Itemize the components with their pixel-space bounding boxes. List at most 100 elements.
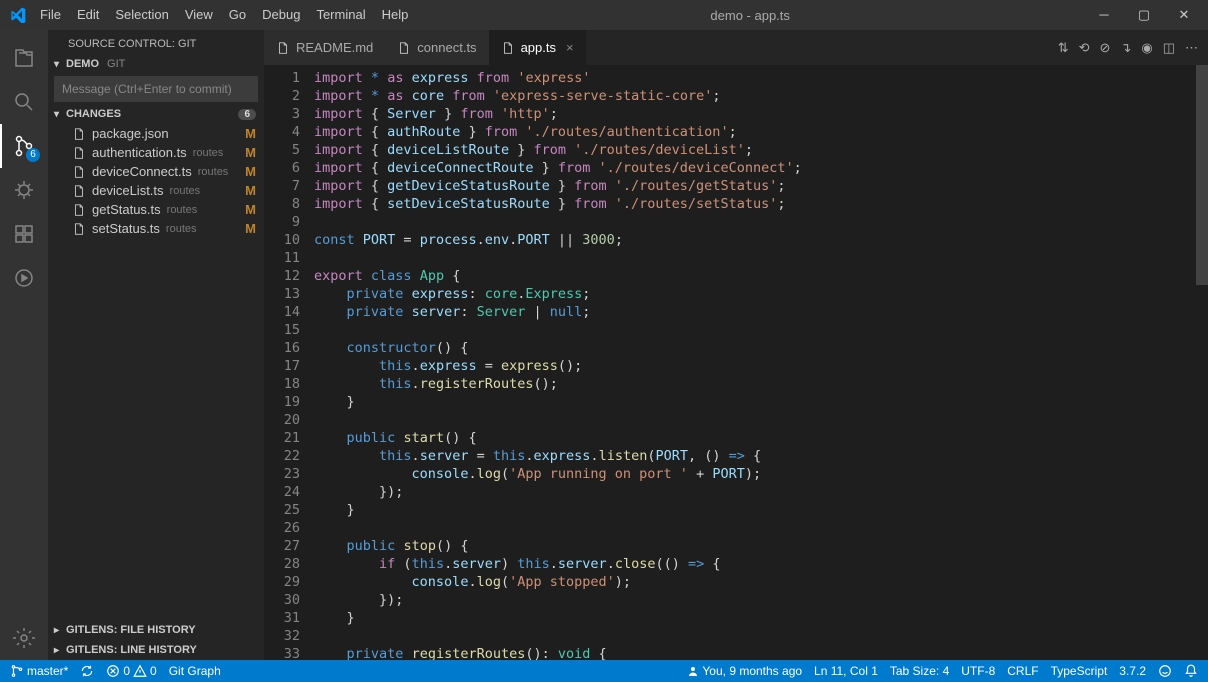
file-dir: routes: [170, 185, 201, 197]
window-controls: ─ ▢ ✕: [1084, 0, 1204, 30]
file-icon: [72, 165, 86, 179]
changes-counter: 6: [238, 109, 256, 120]
cursor-position-item[interactable]: Ln 11, Col 1: [808, 664, 884, 678]
menu-terminal[interactable]: Terminal: [308, 7, 373, 22]
menu-bar: FileEditSelectionViewGoDebugTerminalHelp…: [0, 0, 1208, 30]
indentation-item[interactable]: Tab Size: 4: [884, 664, 955, 678]
close-window-button[interactable]: ✕: [1164, 0, 1204, 30]
repo-provider: GIT: [107, 58, 125, 70]
eol-item[interactable]: CRLF: [1001, 664, 1044, 678]
sidebar-header: SOURCE CONTROL: GIT: [48, 30, 264, 54]
feedback-icon[interactable]: [1152, 664, 1178, 678]
settings-gear-icon[interactable]: [0, 616, 48, 660]
changed-file[interactable]: deviceConnect.tsroutesM: [48, 162, 264, 181]
changes-section[interactable]: CHANGES 6: [48, 104, 264, 124]
sidebar: SOURCE CONTROL: GIT DEMO GIT Message (Ct…: [48, 30, 264, 660]
editor-group: README.md connect.ts app.ts × ⇅ ⟲ ⊘ ↴ ◉ ◫ ⋯…: [264, 30, 1208, 660]
file-name: deviceList.ts: [92, 183, 164, 198]
minimize-button[interactable]: ─: [1084, 0, 1124, 30]
file-name: setStatus.ts: [92, 221, 160, 236]
file-status: M: [245, 202, 256, 217]
encoding-item[interactable]: UTF-8: [955, 664, 1001, 678]
file-icon: [276, 41, 290, 55]
code-area[interactable]: import * as express from 'express' impor…: [314, 65, 1208, 660]
changed-files-list: package.jsonMauthentication.tsroutesMdev…: [48, 124, 264, 238]
editor-tab[interactable]: app.ts ×: [489, 30, 586, 65]
explorer-icon[interactable]: [0, 36, 48, 80]
commit-message-input[interactable]: Message (Ctrl+Enter to commit): [54, 76, 258, 102]
tab-label: README.md: [296, 40, 373, 55]
ts-version-item[interactable]: 3.7.2: [1113, 664, 1152, 678]
menu-selection[interactable]: Selection: [107, 7, 176, 22]
compare-icon[interactable]: ⇅: [1058, 40, 1069, 56]
open-changes-icon[interactable]: ⟲: [1079, 40, 1090, 56]
file-dir: routes: [193, 147, 224, 159]
file-status: M: [245, 126, 256, 141]
editor-actions: ⇅ ⟲ ⊘ ↴ ◉ ◫ ⋯: [1048, 30, 1208, 65]
status-bar: master* 0 0 Git Graph You, 9 months ago …: [0, 660, 1208, 682]
file-icon: [397, 41, 411, 55]
notifications-icon[interactable]: [1178, 664, 1204, 678]
file-dir: routes: [166, 223, 197, 235]
split-editor-icon[interactable]: ◫: [1163, 40, 1175, 56]
file-status: M: [245, 183, 256, 198]
revert-icon[interactable]: ↴: [1120, 40, 1131, 56]
vscode-logo-icon: [4, 7, 32, 23]
file-icon: [72, 222, 86, 236]
changed-file[interactable]: setStatus.ts routes M: [48, 219, 264, 238]
window-title: demo - app.ts: [416, 8, 1084, 23]
file-dir: routes: [198, 166, 229, 178]
stage-icon[interactable]: ⊘: [1100, 40, 1111, 56]
file-dir: routes: [167, 204, 198, 216]
editor-tab[interactable]: connect.ts: [385, 30, 488, 65]
file-name: getStatus.ts: [92, 202, 161, 217]
menu-go[interactable]: Go: [221, 7, 254, 22]
search-icon[interactable]: [0, 80, 48, 124]
changed-file[interactable]: authentication.tsroutesM: [48, 143, 264, 162]
maximize-button[interactable]: ▢: [1124, 0, 1164, 30]
menu-view[interactable]: View: [177, 7, 221, 22]
activity-bar: 6: [0, 30, 48, 660]
tab-label: app.ts: [521, 40, 556, 55]
file-icon: [72, 203, 86, 217]
git-branch-item[interactable]: master*: [4, 664, 74, 678]
gitlens-line-history[interactable]: GITLENS: LINE HISTORY: [48, 640, 264, 660]
file-status: M: [245, 145, 256, 160]
file-icon: [72, 146, 86, 160]
debug-icon[interactable]: [0, 168, 48, 212]
file-icon: [501, 41, 515, 55]
language-item[interactable]: TypeScript: [1045, 664, 1114, 678]
changed-file[interactable]: getStatus.ts routes M: [48, 200, 264, 219]
repo-section[interactable]: DEMO GIT: [48, 54, 264, 74]
extensions-icon[interactable]: [0, 212, 48, 256]
gitlens-file-history[interactable]: GITLENS: FILE HISTORY: [48, 620, 264, 640]
changes-label: CHANGES: [66, 108, 121, 120]
menu-debug[interactable]: Debug: [254, 7, 308, 22]
git-graph-item[interactable]: Git Graph: [163, 664, 227, 678]
changed-file[interactable]: package.json M: [48, 124, 264, 143]
changed-file[interactable]: deviceList.ts routes M: [48, 181, 264, 200]
menu-file[interactable]: File: [32, 7, 69, 22]
problems-item[interactable]: 0 0: [100, 664, 162, 678]
more-actions-icon[interactable]: ⋯: [1185, 40, 1198, 56]
blame-item[interactable]: You, 9 months ago: [681, 664, 808, 678]
history-icon[interactable]: ◉: [1141, 40, 1152, 56]
close-tab-icon[interactable]: ×: [566, 40, 574, 55]
menu-help[interactable]: Help: [374, 7, 417, 22]
file-icon: [72, 184, 86, 198]
scm-badge: 6: [26, 148, 40, 162]
line-numbers: 1234567891011121314151617181920212223242…: [264, 65, 314, 660]
file-status: M: [245, 221, 256, 236]
file-name: package.json: [92, 126, 169, 141]
editor-tab[interactable]: README.md: [264, 30, 385, 65]
file-icon: [72, 127, 86, 141]
repo-name: DEMO: [66, 58, 99, 70]
editor-tabs: README.md connect.ts app.ts × ⇅ ⟲ ⊘ ↴ ◉ ◫ ⋯: [264, 30, 1208, 65]
sync-item[interactable]: [74, 664, 100, 678]
editor-scrollbar[interactable]: [1196, 65, 1208, 660]
source-control-icon[interactable]: 6: [0, 124, 48, 168]
menu-edit[interactable]: Edit: [69, 7, 107, 22]
code-editor[interactable]: 1234567891011121314151617181920212223242…: [264, 65, 1208, 660]
live-share-icon[interactable]: [0, 256, 48, 300]
file-status: M: [245, 164, 256, 179]
